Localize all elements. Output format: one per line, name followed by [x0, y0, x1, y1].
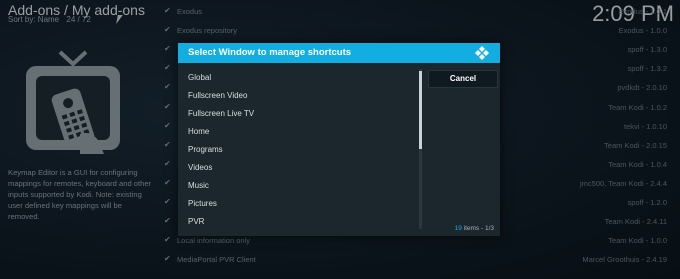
window-option[interactable]: Videos — [182, 159, 422, 177]
window-option[interactable]: Fullscreen Live TV — [182, 105, 422, 123]
window-option[interactable]: Global — [182, 69, 422, 87]
window-option[interactable]: Music — [182, 177, 422, 195]
window-option[interactable]: Fullscreen Video — [182, 87, 422, 105]
window-option[interactable]: Home — [182, 123, 422, 141]
scrollbar-thumb[interactable] — [419, 71, 422, 149]
window-option-label: Pictures — [188, 199, 217, 208]
window-option-label: Fullscreen Video — [188, 91, 248, 100]
window-option[interactable]: Programs — [182, 141, 422, 159]
window-option-label: Global — [188, 73, 212, 82]
select-window-dialog: Select Window to manage shortcuts Global… — [178, 43, 500, 236]
window-option-label: Home — [188, 127, 210, 136]
dialog-title: Select Window to manage shortcuts — [188, 47, 352, 58]
window-option-label: Videos — [188, 163, 213, 172]
window-option-label: Programs — [188, 145, 223, 154]
window-option-label: Fullscreen Live TV — [188, 109, 255, 118]
item-count: 19 items - 1/3 — [455, 225, 494, 232]
kodi-logo-icon — [475, 46, 489, 60]
window-option-label: PVR — [188, 217, 205, 226]
item-count-number: 19 — [454, 225, 462, 232]
window-option[interactable]: PVR — [182, 213, 422, 231]
dialog-header: Select Window to manage shortcuts — [178, 43, 500, 63]
window-option-label: Music — [188, 181, 209, 190]
cancel-label: Cancel — [449, 74, 477, 83]
window-option[interactable]: Pictures — [182, 195, 422, 213]
cancel-button[interactable]: Cancel — [428, 70, 498, 88]
item-count-suffix: items - 1/3 — [463, 225, 494, 232]
